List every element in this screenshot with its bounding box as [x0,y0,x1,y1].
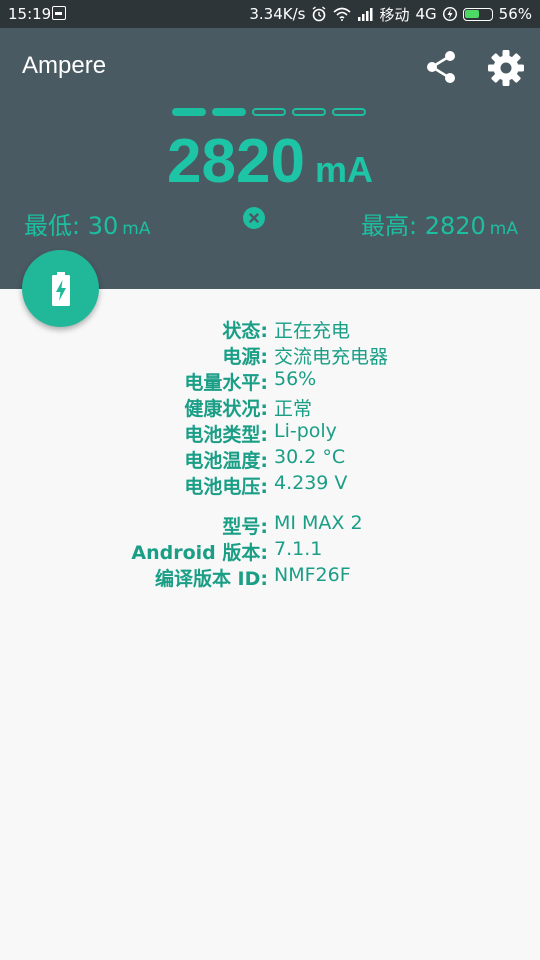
current-unit: mA [314,149,373,190]
carrier-name: 移动 [379,5,410,24]
battery-fab-button[interactable] [22,250,99,327]
page-dot [332,108,366,116]
status-right: 3.34K/s 移动 4G 56% [249,5,532,24]
battery-info-row: 健康状况: 正常 [0,392,540,420]
battery-info-section: 状态: 正在充电 电源: 交流电充电器 电量水平: 56% 健康状况: 正常 电池类型: Li-p… [0,314,540,498]
min-current: 最低: 30 mA [24,206,150,241]
device-info-row-value: MI MAX 2 [274,512,363,534]
battery-info-row-key: 电池电压: [184,476,268,498]
reset-button[interactable] [243,207,265,229]
settings-button[interactable] [486,48,526,88]
min-current-unit: mA [122,219,151,239]
battery-info-row-key: 电源: [222,346,268,368]
device-info-row-key: 型号: [222,516,268,538]
battery-info-row-value: 正常 [274,398,313,420]
gear-icon [488,50,524,86]
battery-info-row-value: 交流电充电器 [274,346,389,368]
battery-info-row: 电池温度: 30.2 °C [0,444,540,472]
battery-info-row-key: 电量水平: [184,372,268,394]
battery-info-row-key: 健康状况: [184,398,268,420]
battery-icon [462,7,493,21]
max-current-unit: mA [489,219,518,239]
wifi-icon [333,7,351,21]
alarm-icon [313,6,326,22]
page-dot [252,108,286,116]
info-list: 状态: 正在充电 电源: 交流电充电器 电量水平: 56% 健康状况: 正常 电池类型: Li-p… [0,314,540,590]
battery-info-row-key: 电池温度: [184,450,268,472]
charging-icon [442,7,457,21]
app-title: Ampere [22,52,107,79]
close-icon [249,213,259,223]
page-dot [292,108,326,116]
page-dot [172,108,206,116]
page-dot [212,108,246,116]
battery-info-row: 电源: 交流电充电器 [0,340,540,368]
status-time: 15:19 [8,5,52,23]
battery-info-row: 电量水平: 56% [0,366,540,394]
status-bar: 15:19 3.34K/s 移动 4G 56% [0,0,540,28]
device-info-row: Android 版本: 7.1.1 [0,536,540,564]
battery-info-row: 电池类型: Li-poly [0,418,540,446]
max-current-label: 最高: 2820 [361,212,486,240]
battery-fill [465,10,480,18]
battery-percent: 56% [498,5,532,23]
battery-info-row-value: 4.239 V [274,472,348,494]
header: Ampere 2820 mA 最低: 30 mA 最高: 2820 mA [0,28,540,289]
device-info-row-key: 编译版本 ID: [154,568,268,590]
max-current: 最高: 2820 mA [361,206,518,241]
battery-info-row-value: 正在充电 [274,320,351,342]
net-speed: 3.34K/s [249,5,306,23]
min-current-label: 最低: 30 [24,212,119,240]
battery-charging-icon [51,271,70,306]
current-readout: 2820 mA [0,126,540,197]
battery-info-row: 电池电压: 4.239 V [0,470,540,498]
battery-info-row-key: 状态: [222,320,268,342]
current-value: 2820 [167,127,305,196]
device-info-row-value: NMF26F [274,564,351,586]
device-info-row: 型号: MI MAX 2 [0,510,540,538]
notification-icon [52,6,66,20]
share-icon [427,51,455,83]
device-info-section: 型号: MI MAX 2 Android 版本: 7.1.1 编译版本 ID: NMF26… [0,510,540,590]
share-button[interactable] [422,48,460,86]
network-type: 4G [415,5,437,23]
device-info-row: 编译版本 ID: NMF26F [0,562,540,590]
signal-icon [358,8,373,21]
device-info-row-value: 7.1.1 [274,538,323,560]
battery-info-row-key: 电池类型: [184,424,268,446]
battery-info-row-value: Li-poly [274,420,337,442]
battery-info-row-value: 56% [274,368,317,390]
page-indicator [172,108,366,116]
device-info-row-key: Android 版本: [131,542,268,564]
battery-info-row-value: 30.2 °C [274,446,346,468]
